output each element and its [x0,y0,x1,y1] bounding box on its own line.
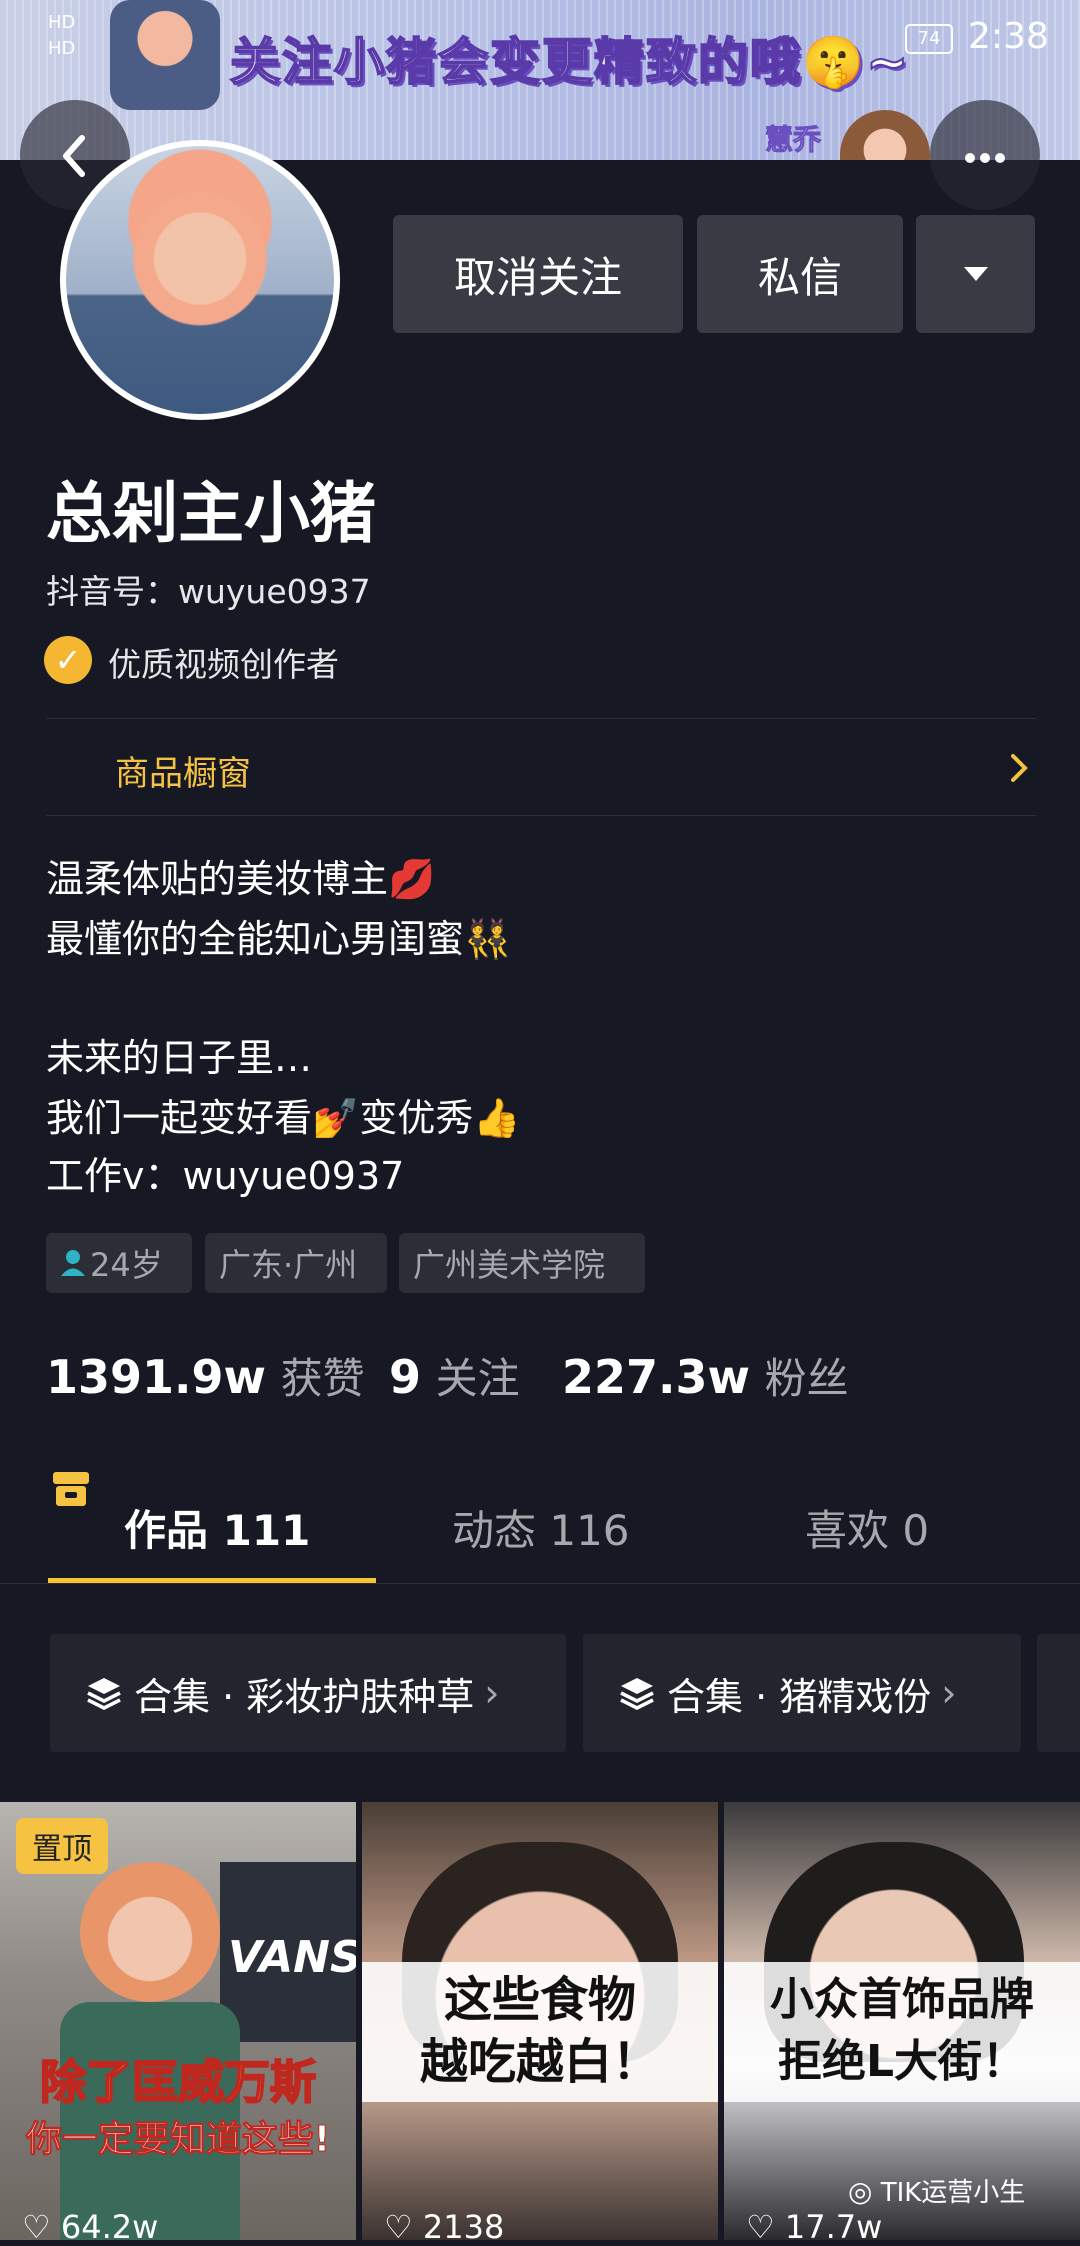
chevron-right-icon [1011,754,1028,782]
likes-label: 获赞 [280,1354,365,1403]
caret-down-icon [963,267,988,281]
banner-avatar-image [110,0,220,110]
battery-level: 74 [917,28,941,49]
following-label: 关注 [435,1354,520,1403]
bio-line: 未来的日子里… [46,1036,313,1080]
divider [46,718,1036,719]
age-tag: 24岁 [46,1233,192,1293]
bio-line: 温柔体贴的美妆博主💋 [46,857,436,901]
tab-activity[interactable]: 动态 116 [452,1497,630,1558]
divider [46,815,1036,816]
watermark-text: TIK运营小生 [880,2178,1026,2208]
likes-stat[interactable]: 1391.9w 获赞 [46,1345,365,1406]
bio-line: 我们一起变好看💅变优秀👍 [46,1096,521,1140]
heart-icon: ♡ [384,2208,413,2246]
person-image [80,1862,220,2002]
message-button[interactable]: 私信 [697,215,903,333]
like-count: 17.7w [784,2208,883,2246]
collection-card[interactable]: 合集 · 彩妆护肤种草 › [50,1634,566,1752]
bio-line: 最懂你的全能知心男闺蜜👯 [46,917,512,961]
unfollow-button[interactable]: 取消关注 [393,215,683,333]
banner-text: 关注小猪会变更精致的哦🤫~ [229,32,911,92]
following-count: 9 [389,1350,422,1404]
age-label: 24岁 [90,1246,163,1284]
shop-window-row[interactable]: 商品橱窗 [0,722,1080,1506]
followers-stat[interactable]: 227.3w 粉丝 [562,1345,849,1406]
wechat-icon: ◎ [848,2175,873,2208]
brand-text: VANS [228,1932,356,1983]
collection-card[interactable] [1037,1634,1080,1752]
video-caption: 拒绝L大街！ [777,2036,1027,2087]
layers-icon [620,1678,654,1710]
like-count: 64.2w [60,2208,159,2246]
bio-line: 工作v：wuyue0937 [46,1154,405,1198]
video-caption: 除了匡威万斯 [39,2054,317,2110]
heart-icon: ♡ [746,2208,775,2246]
video-thumbnail[interactable]: 这些食物 越吃越白！ [362,1802,718,2240]
chevron-right-icon: › [484,1671,500,1715]
status-time: 2:38 [968,16,1049,57]
status-left: HD HD [48,10,75,62]
video-caption: 这些食物 [443,1972,636,2028]
collection-card[interactable]: 合集 · 猪精戏份 › [583,1634,1021,1752]
layers-icon [87,1678,121,1710]
banner-name: 慧乔 [764,123,822,157]
profile-name: 总剁主小猪 [46,475,376,552]
followers-label: 粉丝 [764,1354,849,1403]
signal-label-1: HD [48,12,76,33]
video-likes: ♡ 64.2w [22,2208,158,2246]
likes-count: 1391.9w [46,1350,267,1404]
video-caption: 你一定要知道这些! [25,2119,331,2161]
creator-badge: 优质视频创作者 [108,645,339,684]
location-tag: 广东·广州 [205,1233,387,1293]
avatar-image [66,146,334,414]
followers-count: 227.3w [562,1350,750,1404]
collection-label: 合集 · 彩妆护肤种草 [134,1674,475,1719]
more-dots-icon [965,153,1005,163]
shop-icon [53,1472,89,1506]
video-caption: 越吃越白！ [419,2034,660,2090]
collection-label: 合集 · 猪精戏份 [667,1674,932,1719]
person-icon [61,1250,85,1276]
tab-likes[interactable]: 喜欢 0 [805,1497,929,1558]
heart-icon: ♡ [22,2208,51,2246]
shop-window-label: 商品橱窗 [115,754,251,794]
battery-icon: 74 [905,24,953,54]
video-likes: ♡ 2138 [384,2208,504,2246]
video-caption: 小众首饰品牌 [770,1974,1034,2025]
like-count: 2138 [422,2208,505,2246]
more-button[interactable] [930,100,1040,210]
watermark: ◎ TIK运营小生 [848,2172,1025,2209]
school-tag: 广州美术学院 [399,1233,645,1293]
following-stat[interactable]: 9 关注 [389,1345,520,1406]
chevron-right-icon: › [941,1671,957,1715]
verified-check-icon: ✓ [44,636,92,684]
douyin-id[interactable]: 抖音号：wuyue0937 [46,565,371,613]
divider [0,1583,1080,1584]
profile-avatar[interactable] [60,140,340,420]
recommend-dropdown-button[interactable] [916,215,1035,333]
video-likes: ♡ 17.7w [746,2208,882,2246]
tab-works[interactable]: 作品 111 [124,1497,310,1558]
signal-label-2: HD [48,38,76,59]
pinned-badge: 置顶 [16,1818,108,1874]
